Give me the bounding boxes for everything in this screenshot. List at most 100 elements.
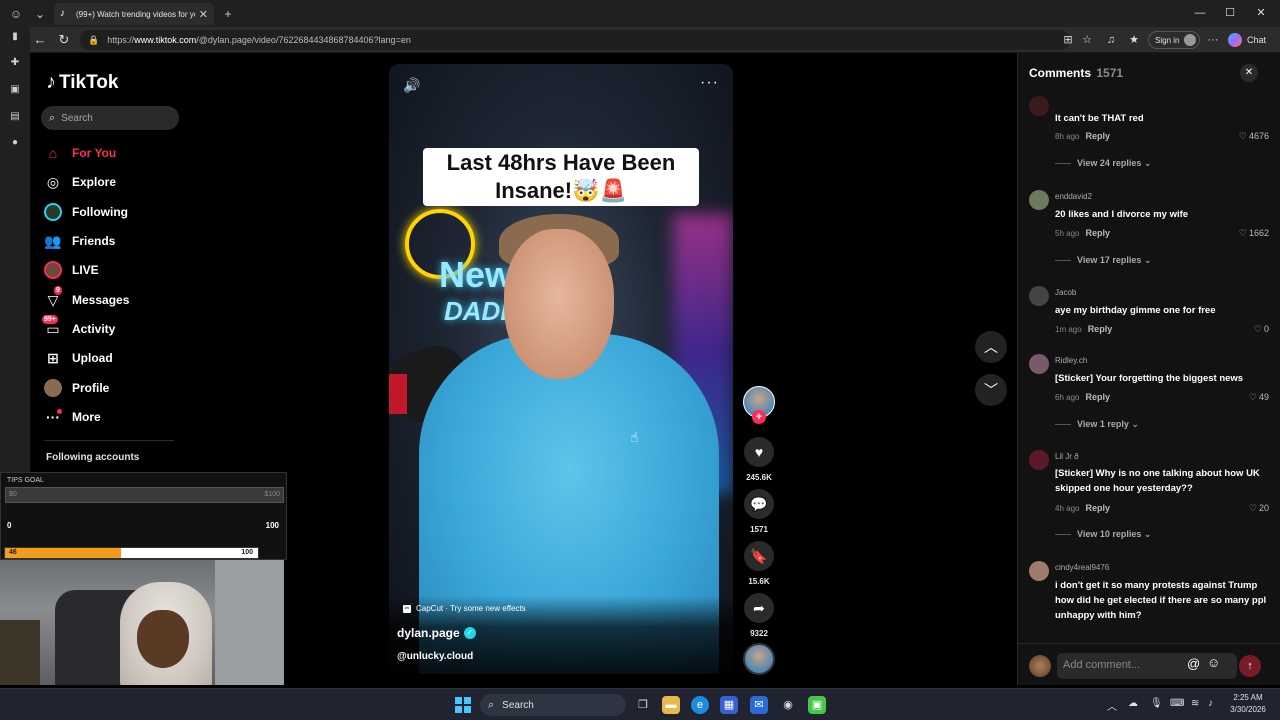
video-author[interactable]: dylan.page ✓ (397, 626, 476, 640)
tray-network-icon[interactable]: ☁ (1128, 698, 1138, 709)
share-arrow-icon[interactable]: ➦ (744, 593, 774, 623)
comment-reply-button[interactable]: Reply (1085, 503, 1110, 513)
video-player[interactable]: News DADDY Last 48hrs Have Been Insane!🤯… (389, 64, 733, 674)
new-tab-plus-icon[interactable]: + (218, 4, 238, 24)
favorite-star-icon[interactable]: ☆ (1077, 30, 1097, 50)
tiktok-search-input[interactable]: ⌕ Search (41, 106, 179, 130)
tab-close-icon[interactable]: ✕ (199, 8, 208, 21)
progress-right: 100 (241, 549, 253, 556)
task-view-icon[interactable]: ❐ (634, 696, 652, 714)
edge-browser-icon[interactable]: e (691, 696, 709, 714)
more-options-icon[interactable]: ··· (1203, 30, 1223, 50)
capcut-anchor[interactable]: ✂ CapCut · Try some new effects (403, 604, 526, 613)
nav-activity[interactable]: ▭ 99+ Activity (42, 315, 115, 340)
tools-icon[interactable]: ✚ (9, 57, 21, 69)
comment-like[interactable]: ♡ 20 (1249, 503, 1269, 514)
nav-following[interactable]: Following (44, 201, 128, 223)
nav-upload[interactable]: ⊞ Upload (44, 347, 113, 369)
streaming-app-icon[interactable]: ▣ (808, 696, 826, 714)
address-bar: ← ↻ 🔒 https://www.tiktok.com/@dylan.page… (0, 27, 1280, 53)
comment-username[interactable]: cindy4real9476 (1055, 563, 1109, 572)
windows-start-icon[interactable] (455, 697, 471, 713)
music-disc-avatar[interactable] (743, 643, 775, 675)
nav-profile[interactable]: Profile (44, 377, 109, 399)
tab-actions-chevron-icon[interactable]: ⌄ (30, 4, 50, 24)
comment-reply-button[interactable]: Reply (1085, 228, 1110, 238)
shopping-icon[interactable]: ▣ (9, 84, 21, 96)
follow-plus-icon[interactable]: + (752, 410, 766, 424)
nav-for-you[interactable]: ⌂ For You (44, 142, 116, 164)
back-arrow-icon[interactable]: ← (30, 30, 50, 50)
comment-avatar[interactable] (1029, 561, 1049, 581)
obs-icon[interactable]: ◉ (779, 696, 797, 714)
comment-reply-button[interactable]: Reply (1088, 324, 1113, 334)
comment-username[interactable]: Jacob (1055, 288, 1076, 297)
clock-time: 2:25 AM (1233, 693, 1263, 702)
comment-avatar[interactable] (1029, 354, 1049, 374)
chevron-down-icon: ⌄ (1143, 529, 1152, 539)
comment-like[interactable]: ♡ 1662 (1239, 228, 1269, 239)
nav-friends[interactable]: 👥 Friends (44, 230, 115, 252)
view-replies-button[interactable]: View 17 replies ⌄ (1055, 255, 1151, 266)
nav-more[interactable]: ··· More (44, 406, 101, 428)
comment-like[interactable]: ♡ 0 (1254, 324, 1269, 335)
outlook-icon[interactable]: ▤ (9, 111, 21, 123)
next-video-chevron-down-icon[interactable]: ﹀ (975, 374, 1007, 406)
nav-explore[interactable]: ◎ Explore (44, 171, 116, 193)
profile-icon[interactable]: ☺ (6, 4, 26, 24)
copilot-chat-button[interactable]: Chat (1228, 31, 1276, 49)
signin-button[interactable]: Sign in (1148, 31, 1200, 49)
url-input[interactable]: 🔒 https://www.tiktok.com/@dylan.page/vid… (80, 30, 1070, 50)
previous-video-chevron-up-icon[interactable]: ︿ (975, 331, 1007, 363)
comment-username[interactable]: Lil Jr ð (1055, 452, 1079, 461)
taskbar-clock[interactable]: 2:25 AM 3/30/2026 (1222, 692, 1274, 716)
mention-at-icon[interactable]: @ (1187, 656, 1200, 671)
nav-explore-label: Explore (72, 175, 117, 189)
file-explorer-icon[interactable]: ▬ (662, 696, 680, 714)
comment-avatar[interactable] (1029, 286, 1049, 306)
comment-avatar[interactable] (1029, 190, 1049, 210)
emoji-icon[interactable]: ☺ (1207, 655, 1220, 670)
minimize-icon[interactable]: — (1185, 3, 1215, 23)
view-replies-button[interactable]: View 1 reply ⌄ (1055, 419, 1139, 430)
tray-keyboard-icon[interactable]: ⌨ (1170, 698, 1184, 709)
video-more-icon[interactable]: ··· (700, 74, 719, 92)
games-icon[interactable]: ● (9, 137, 21, 149)
store-icon[interactable]: ▦ (720, 696, 738, 714)
comment-avatar[interactable] (1029, 96, 1049, 116)
comment-reply-button[interactable]: Reply (1085, 392, 1110, 402)
comment-avatar[interactable] (1029, 450, 1049, 470)
comments-close-icon[interactable]: ✕ (1240, 64, 1258, 82)
view-replies-button[interactable]: View 10 replies ⌄ (1055, 529, 1151, 540)
comment-like[interactable]: ♡ 4676 (1239, 131, 1269, 142)
send-arrow-icon[interactable]: ↑ (1239, 655, 1261, 677)
comment-like[interactable]: ♡ 49 (1249, 392, 1269, 403)
view-replies-button[interactable]: View 24 replies ⌄ (1055, 158, 1151, 169)
volume-icon[interactable]: 🔊 (403, 77, 420, 94)
bookmark-icon[interactable]: 🔖 (744, 541, 774, 571)
favorites-icon[interactable]: ★ (1124, 30, 1144, 50)
nav-messages[interactable]: ▽ 9 Messages (44, 286, 129, 311)
video-mention[interactable]: @unlucky.cloud (397, 651, 473, 662)
mail-icon[interactable]: ✉ (750, 696, 768, 714)
tray-chevron-up-icon[interactable]: ︿ (1107, 698, 1117, 713)
extensions-icon[interactable]: ♫ (1101, 30, 1121, 50)
comment-username[interactable]: enddavid2 (1055, 192, 1092, 201)
nav-live[interactable]: LIVE (44, 259, 99, 281)
comment-reply-button[interactable]: Reply (1085, 131, 1110, 141)
maximize-icon[interactable]: ☐ (1215, 3, 1245, 23)
tray-mic-icon[interactable]: 🎙 (1150, 698, 1163, 709)
window-close-icon[interactable]: ✕ (1246, 3, 1276, 23)
comment-text: i don't get it so many protests against … (1055, 580, 1267, 621)
comment-username[interactable]: Ridley.ch (1055, 356, 1087, 365)
taskbar-search[interactable]: ⌕ Search (480, 694, 626, 716)
like-heart-icon[interactable]: ♥ (744, 437, 774, 467)
refresh-icon[interactable]: ↻ (54, 30, 74, 50)
app-install-icon[interactable]: ⊞ (1058, 30, 1078, 50)
tray-volume-icon[interactable]: ♪ (1208, 698, 1213, 709)
tiktok-logo[interactable]: ♪ TikTok (46, 71, 118, 94)
tab-tiktok[interactable]: ♪ (99+) Watch trending videos for yo ✕ (54, 3, 214, 25)
collections-icon[interactable]: ▮ (9, 31, 21, 43)
comment-bubble-icon[interactable]: 💬 (744, 489, 774, 519)
tray-wifi-icon[interactable]: ≋ (1191, 698, 1199, 709)
